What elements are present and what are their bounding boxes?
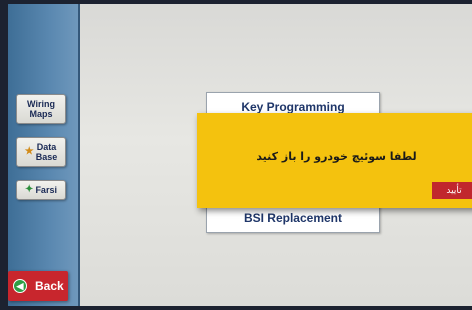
data-base-label-line2: Base bbox=[35, 152, 58, 162]
data-base-button[interactable]: ★ Data Base bbox=[16, 137, 66, 167]
data-base-label: Data Base bbox=[36, 142, 58, 162]
arrow-left-icon: ◀ bbox=[13, 279, 27, 293]
confirm-label: تأیید bbox=[446, 185, 462, 196]
bsi-replacement-label: BSI Replacement bbox=[243, 211, 343, 225]
alert-dialog: لطفا سوئیچ خودرو را باز کنید تأیید bbox=[197, 113, 472, 208]
folder-icon: ★ bbox=[24, 146, 34, 157]
language-icon: ✦ bbox=[25, 184, 34, 195]
main-content: Key Programming BSI Replacement لطفا سوئ… bbox=[80, 4, 472, 306]
dialog-message: لطفا سوئیچ خودرو را باز کنید bbox=[256, 150, 417, 163]
back-label: Back bbox=[35, 279, 64, 293]
farsi-button[interactable]: ✦ Farsi bbox=[16, 180, 66, 200]
farsi-label: Farsi bbox=[35, 185, 57, 195]
confirm-button[interactable]: تأیید bbox=[432, 182, 472, 199]
data-base-label-line1: Data bbox=[36, 142, 57, 152]
wiring-maps-label-line1: Wiring bbox=[27, 99, 55, 109]
wiring-maps-label-line2: Maps bbox=[29, 109, 53, 119]
key-programming-label: Key Programming bbox=[241, 100, 345, 114]
diagnostic-screen: Wiring Maps ★ Data Base ✦ Farsi Key Prog… bbox=[8, 4, 472, 306]
wiring-maps-button[interactable]: Wiring Maps bbox=[16, 94, 66, 124]
back-button[interactable]: ◀ Back bbox=[8, 271, 68, 301]
left-sidebar: Wiring Maps ★ Data Base ✦ Farsi bbox=[8, 4, 80, 306]
